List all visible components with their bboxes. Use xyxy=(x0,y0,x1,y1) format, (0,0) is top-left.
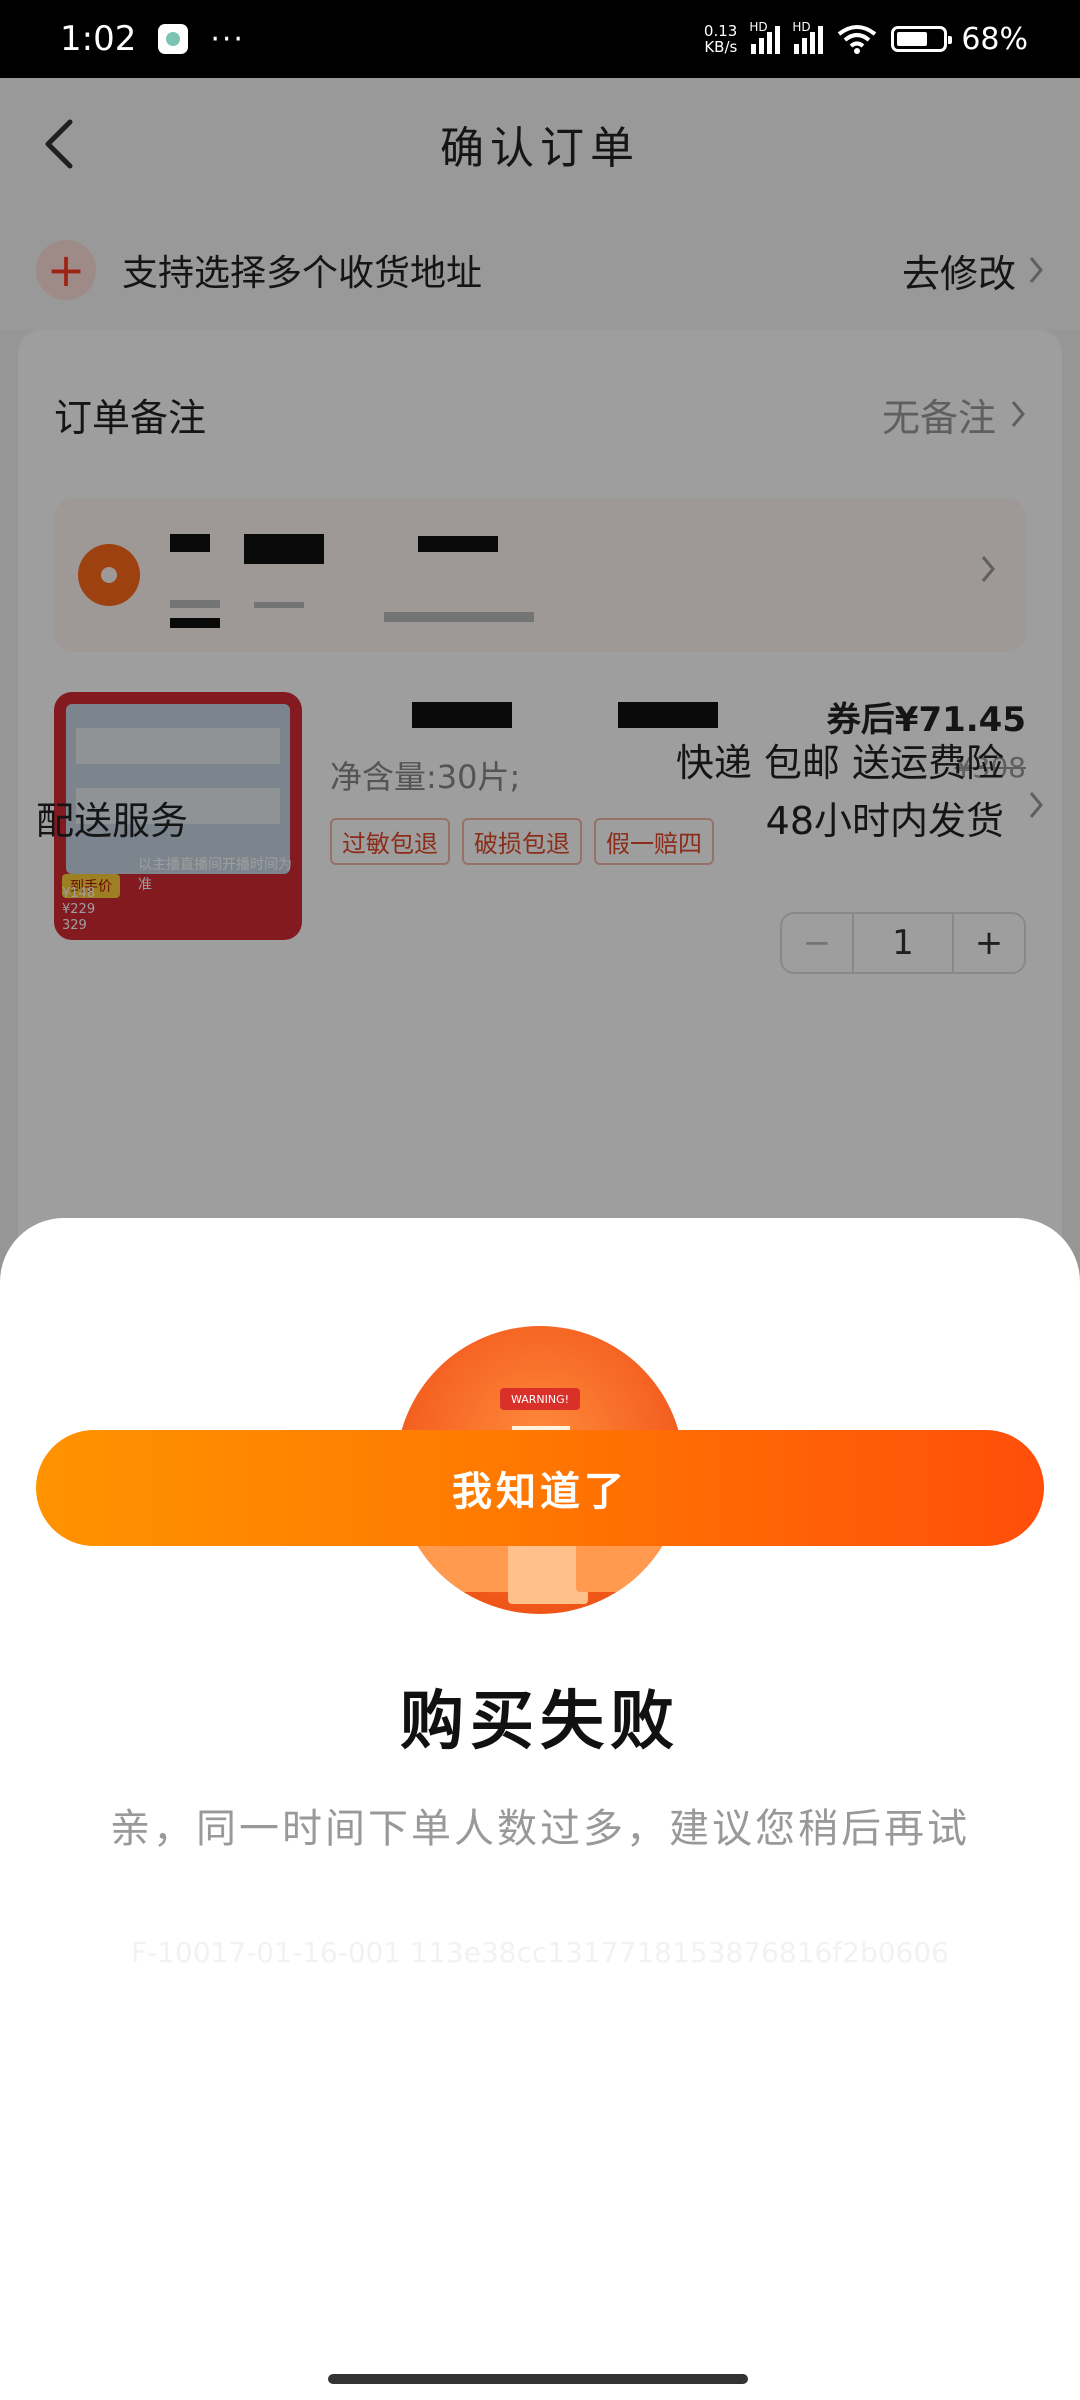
battery-icon xyxy=(891,26,953,52)
battery-percent: 68% xyxy=(961,21,1028,57)
wifi-icon xyxy=(838,25,877,54)
home-indicator[interactable] xyxy=(328,2374,748,2384)
purchase-failed-dialog: WARNING! 购买失败 亲，同一时间下单人数过多，建议您稍后再试 F-100… xyxy=(0,1218,1080,2400)
more-notifications-icon: ··· xyxy=(210,21,245,57)
status-left: 1:02 ··· xyxy=(60,19,245,59)
warning-label: WARNING! xyxy=(500,1388,580,1410)
notification-app-icon xyxy=(158,24,189,54)
signal-hd-label-1: HD xyxy=(749,20,768,34)
network-speed-unit: KB/s xyxy=(704,38,738,56)
dialog-message: 亲，同一时间下单人数过多，建议您稍后再试 xyxy=(110,1806,970,1852)
status-right: 0.13 KB/s HD HD 68% xyxy=(704,20,1028,57)
acknowledge-button[interactable]: 我知道了 xyxy=(36,1430,1044,1546)
status-time: 1:02 xyxy=(60,19,137,59)
status-bar: 1:02 ··· 0.13 KB/s HD HD 68% xyxy=(0,0,1080,78)
signal-icon-1: HD xyxy=(749,20,781,54)
network-speed: 0.13 KB/s xyxy=(704,23,737,55)
signal-icon-2: HD xyxy=(792,20,824,54)
error-trace-id: F-10017-01-16-001 113e38cc13177181538768… xyxy=(130,1936,949,1969)
signal-hd-label-2: HD xyxy=(792,20,811,34)
battery-fill xyxy=(897,32,928,46)
network-speed-value: 0.13 xyxy=(703,22,738,40)
dialog-title: 购买失败 xyxy=(400,1685,680,1759)
